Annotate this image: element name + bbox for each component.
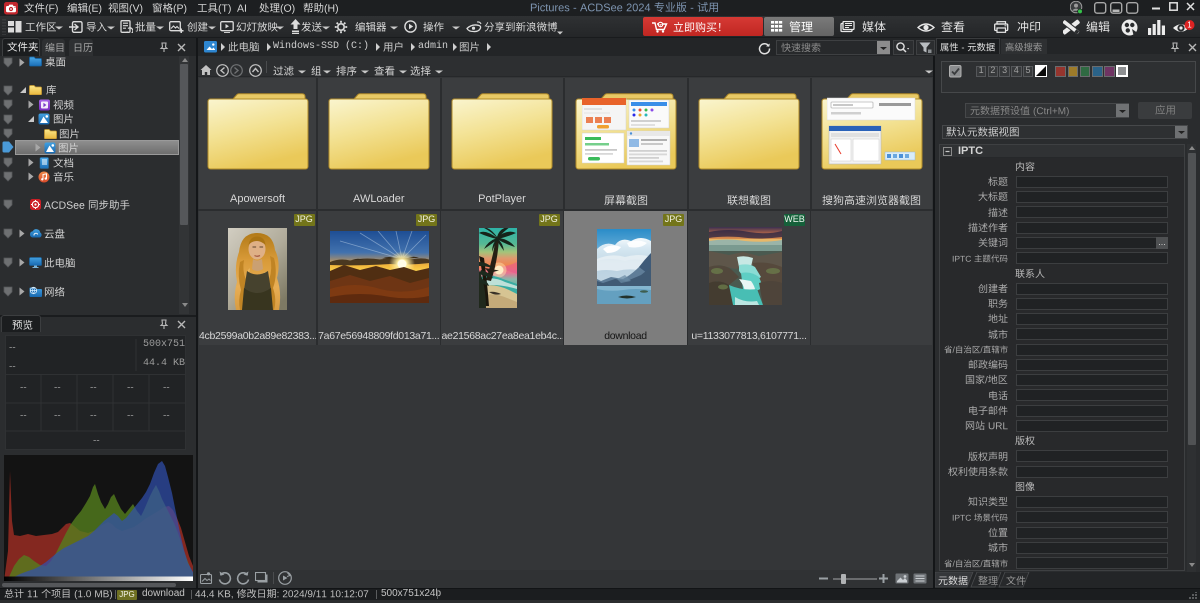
svg-text:1: 1 — [1187, 21, 1192, 30]
